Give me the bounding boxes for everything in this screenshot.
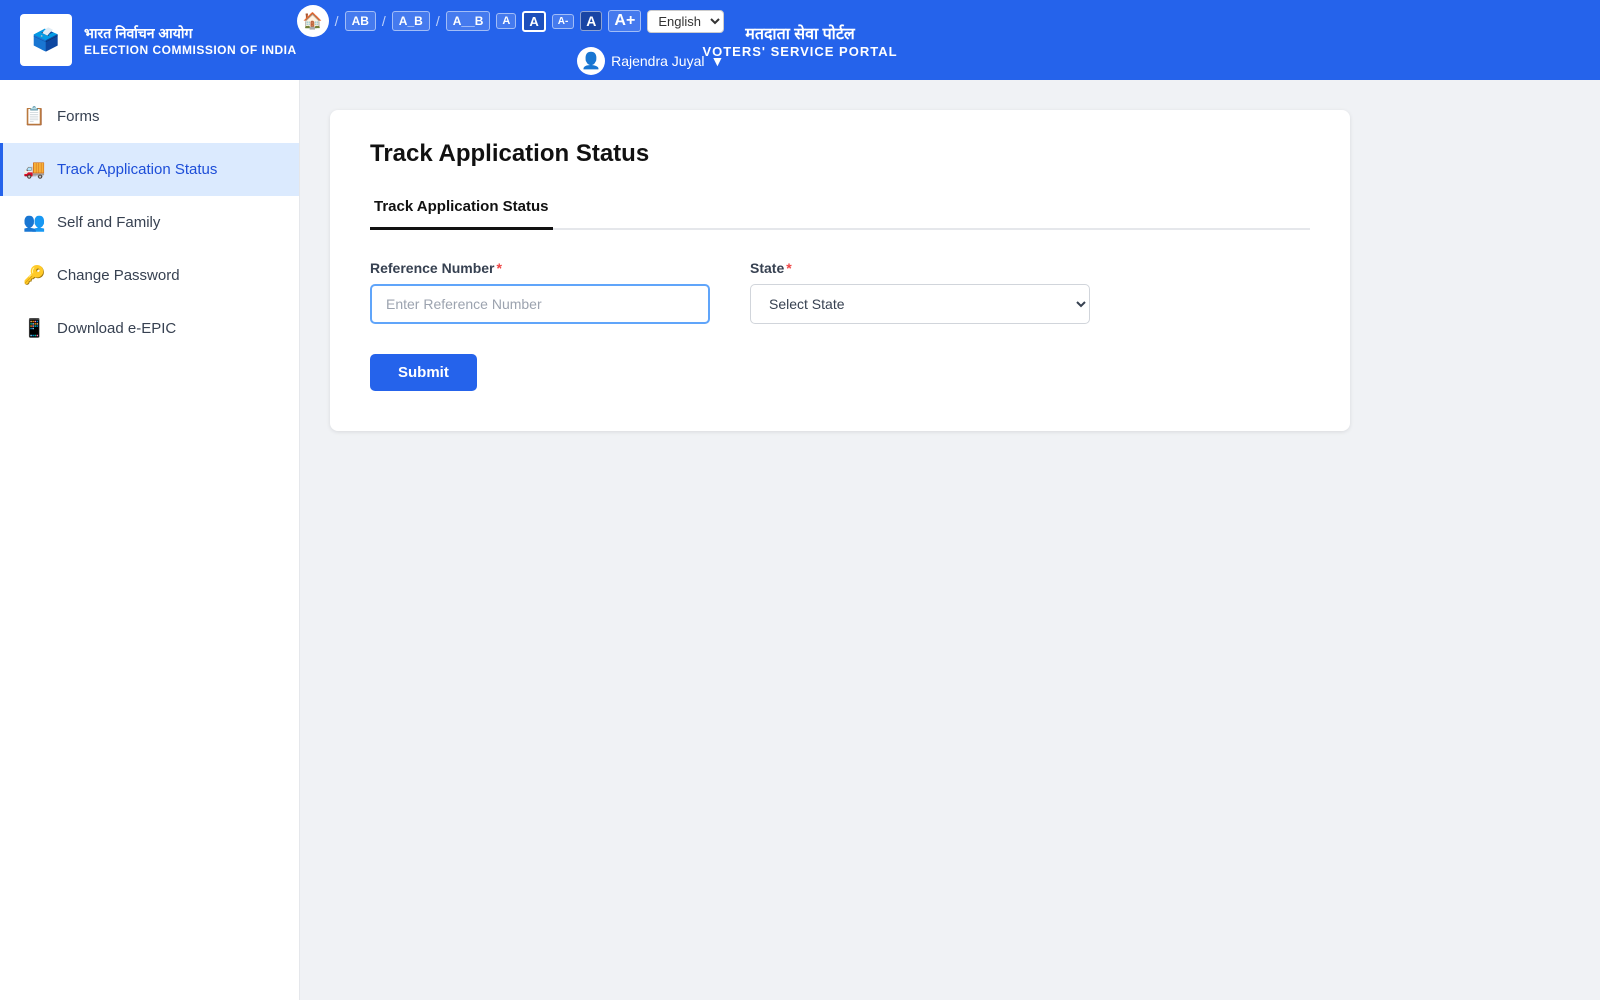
font-size-medium-button[interactable]: A — [522, 11, 545, 32]
reference-number-label: Reference Number* — [370, 260, 710, 276]
state-required-star: * — [786, 260, 791, 276]
reference-number-group: Reference Number* — [370, 260, 710, 324]
header-top-row: 🏠 / AB / A_B / A__B A A A- A A+ English … — [297, 5, 725, 37]
font-size-large-button[interactable]: A — [580, 11, 602, 31]
font-size-largest-button[interactable]: A+ — [608, 10, 641, 32]
user-avatar-icon: 👤 — [577, 47, 605, 75]
reference-number-input[interactable] — [370, 284, 710, 324]
tab-track-application-status[interactable]: Track Application Status — [370, 190, 553, 230]
sidebar-item-password[interactable]: 🔑 Change Password — [0, 249, 299, 302]
font-size-small-minus-button[interactable]: A- — [552, 14, 575, 29]
header-logo: 🗳️ भारत निर्वाचन आयोग ELECTION COMMISSIO… — [20, 14, 297, 66]
sidebar: 📋 Forms 🚚 Track Application Status 👥 Sel… — [0, 80, 300, 1000]
portal-english: VOTERS' SERVICE PORTAL — [702, 44, 897, 59]
header-center: मतदाता सेवा पोर्टल VOTERS' SERVICE PORTA… — [702, 22, 897, 59]
separator-1: / — [335, 13, 339, 29]
state-label: State* — [750, 260, 1090, 276]
forms-icon: 📋 — [23, 106, 45, 127]
page-title: Track Application Status — [370, 140, 1310, 168]
org-english: ELECTION COMMISSION OF INDIA — [84, 43, 297, 57]
password-icon: 🔑 — [23, 265, 45, 286]
sidebar-item-forms[interactable]: 📋 Forms — [0, 90, 299, 143]
sidebar-item-epic[interactable]: 📱 Download e-EPIC — [0, 302, 299, 355]
reference-required-star: * — [497, 260, 502, 276]
portal-hindi: मतदाता सेवा पोर्टल — [702, 22, 897, 44]
font-style-a--b-button[interactable]: A__B — [446, 11, 491, 31]
separator-2: / — [382, 13, 386, 29]
track-status-card: Track Application Status Track Applicati… — [330, 110, 1350, 431]
sidebar-item-family[interactable]: 👥 Self and Family — [0, 196, 299, 249]
main-content: Track Application Status Track Applicati… — [300, 80, 1600, 1000]
sidebar-item-forms-label: Forms — [57, 108, 100, 125]
header-right-wrapper: 🏠 / AB / A_B / A__B A A A- A A+ English … — [297, 5, 725, 75]
layout: 📋 Forms 🚚 Track Application Status 👥 Sel… — [0, 80, 1600, 1000]
font-style-a-b-button[interactable]: A_B — [392, 11, 430, 31]
sidebar-item-track[interactable]: 🚚 Track Application Status — [0, 143, 299, 196]
eci-logo-icon: 🗳️ — [20, 14, 72, 66]
sidebar-item-epic-label: Download e-EPIC — [57, 320, 176, 337]
font-style-ab-button[interactable]: AB — [345, 11, 376, 31]
user-name: Rajendra Juyal — [611, 53, 704, 69]
org-hindi: भारत निर्वाचन आयोग — [84, 24, 297, 43]
track-icon: 🚚 — [23, 159, 45, 180]
separator-3: / — [436, 13, 440, 29]
sidebar-item-family-label: Self and Family — [57, 214, 160, 231]
state-select[interactable]: Select State Andhra Pradesh Arunachal Pr… — [750, 284, 1090, 324]
state-group: State* Select State Andhra Pradesh Aruna… — [750, 260, 1090, 324]
sidebar-item-track-label: Track Application Status — [57, 161, 217, 178]
submit-button[interactable]: Submit — [370, 354, 477, 391]
header: 🗳️ भारत निर्वाचन आयोग ELECTION COMMISSIO… — [0, 0, 1600, 80]
epic-icon: 📱 — [23, 318, 45, 339]
font-size-normal-button[interactable]: A — [496, 13, 516, 29]
family-icon: 👥 — [23, 212, 45, 233]
header-org: भारत निर्वाचन आयोग ELECTION COMMISSION O… — [84, 24, 297, 57]
home-button[interactable]: 🏠 — [297, 5, 329, 37]
tab-bar: Track Application Status — [370, 188, 1310, 230]
sidebar-item-password-label: Change Password — [57, 267, 180, 284]
form-row: Reference Number* State* Select State An… — [370, 260, 1310, 324]
